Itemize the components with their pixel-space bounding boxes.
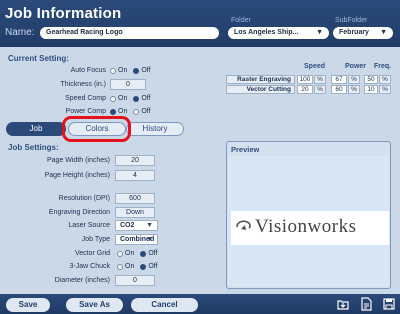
power-comp-radio-group: On Off — [110, 108, 151, 115]
chevron-down-icon: ▼ — [380, 29, 387, 36]
power-comp-off-label: Off — [141, 108, 151, 115]
col-header-speed: Speed — [304, 63, 326, 70]
resolution-input[interactable]: 600 — [115, 193, 155, 204]
laser-source-label: Laser Source — [68, 222, 110, 229]
colors-tab-highlight — [62, 116, 131, 142]
auto-focus-on-label: On — [118, 67, 128, 74]
engraving-direction-input[interactable]: Down — [115, 207, 155, 218]
name-label: Name: — [5, 27, 35, 38]
speed-comp-label: Speed Comp — [65, 95, 106, 102]
laser-source-select[interactable]: CO2 ▼ — [115, 220, 158, 231]
unit-label: % — [379, 75, 391, 84]
power-comp-label: Power Comp — [65, 108, 106, 115]
vector-power-input[interactable]: 60 — [331, 85, 347, 94]
unit-label: % — [314, 75, 326, 84]
col-header-power: Power — [345, 63, 367, 70]
auto-focus-radio-group: On Off — [110, 67, 151, 74]
resolution-label: Resolution (DPI) — [58, 195, 110, 202]
vector-grid-off-radio[interactable] — [140, 250, 147, 257]
unit-label: % — [314, 85, 326, 94]
subfolder-value: February — [339, 29, 369, 36]
three-jaw-chuck-on-label: On — [125, 263, 135, 270]
page-height-input[interactable]: 4 — [115, 170, 155, 181]
vector-speed-input[interactable]: 20 — [297, 85, 313, 94]
laser-source-value: CO2 — [120, 222, 135, 229]
preview-panel: Preview Visionworks — [226, 141, 391, 289]
import-icon[interactable] — [336, 297, 350, 311]
save-button[interactable]: Save — [6, 298, 50, 312]
save-as-button[interactable]: Save As — [66, 298, 123, 312]
speed-comp-off-label: Off — [141, 95, 151, 102]
cancel-button[interactable]: Cancel — [131, 298, 198, 312]
visionworks-logo-icon — [236, 220, 251, 230]
tab-job[interactable]: Job — [6, 122, 66, 136]
vector-grid-on-radio[interactable] — [117, 250, 123, 257]
three-jaw-chuck-radio-group: On Off — [117, 263, 158, 270]
vector-grid-label: Vector Grid — [74, 250, 110, 257]
raster-speed-input[interactable]: 100 — [297, 75, 313, 84]
chevron-down-icon: ▼ — [146, 222, 153, 229]
three-jaw-chuck-on-radio[interactable] — [117, 263, 123, 270]
subfolder-select[interactable]: February ▼ — [333, 27, 393, 39]
footer-bar: Save Save As Cancel — [0, 294, 400, 314]
power-comp-off-radio[interactable] — [133, 108, 140, 115]
current-setting-title: Current Setting: — [8, 54, 69, 63]
power-comp-on-label: On — [118, 108, 128, 115]
job-type-select[interactable]: Combined ▼ — [115, 234, 158, 245]
three-jaw-chuck-label: 3-Jaw Chuck — [69, 263, 110, 270]
auto-focus-label: Auto Focus — [70, 67, 106, 74]
header-bar: Job Information Name: Gearhead Racing Lo… — [0, 0, 400, 47]
page-width-label: Page Width (inches) — [46, 157, 110, 164]
power-comp-on-radio[interactable] — [110, 108, 116, 115]
job-settings-title: Job Settings: — [8, 143, 59, 152]
unit-label: % — [348, 75, 360, 84]
speed-comp-on-label: On — [118, 95, 128, 102]
engraving-direction-label: Engraving Direction — [48, 209, 110, 216]
job-type-label: Job Type — [81, 236, 110, 243]
raster-freq-input[interactable]: 50 — [364, 75, 378, 84]
auto-focus-on-radio[interactable] — [110, 67, 116, 74]
three-jaw-chuck-off-radio[interactable] — [140, 263, 147, 270]
unit-label: % — [379, 85, 391, 94]
speed-comp-off-radio[interactable] — [133, 95, 140, 102]
folder-select[interactable]: Los Angeles Ship... ▼ — [228, 27, 329, 39]
logo-text: Visionworks — [255, 216, 357, 237]
speed-comp-on-radio[interactable] — [110, 95, 116, 102]
job-name-input[interactable]: Gearhead Racing Logo — [40, 27, 219, 39]
vector-freq-input[interactable]: 10 — [364, 85, 378, 94]
page-title: Job Information — [5, 5, 122, 22]
preview-canvas: Visionworks — [228, 156, 389, 287]
three-jaw-chuck-off-label: Off — [148, 263, 158, 270]
folder-label: Folder — [231, 17, 251, 24]
preview-title: Preview — [231, 145, 260, 154]
col-header-freq: Freq. — [374, 63, 392, 70]
page-width-input[interactable]: 20 — [115, 155, 155, 166]
save-icon[interactable] — [382, 297, 396, 311]
auto-focus-off-label: Off — [141, 67, 151, 74]
vector-grid-radio-group: On Off — [117, 250, 158, 257]
folder-value: Los Angeles Ship... — [234, 29, 299, 36]
chevron-down-icon: ▼ — [316, 29, 323, 36]
auto-focus-off-radio[interactable] — [133, 67, 140, 74]
diameter-label: Diameter (inches) — [54, 277, 110, 284]
diameter-input[interactable]: 0 — [115, 275, 155, 286]
tab-history[interactable]: History — [126, 122, 184, 136]
thickness-input[interactable]: 0 — [110, 79, 146, 90]
chevron-down-icon: ▼ — [146, 236, 153, 243]
row-label-vector: Vector Cutting — [226, 85, 295, 94]
vector-grid-off-label: Off — [148, 250, 158, 257]
row-label-raster: Raster Engraving — [226, 75, 295, 84]
raster-power-input[interactable]: 67 — [331, 75, 347, 84]
vector-grid-on-label: On — [125, 250, 135, 257]
document-icon[interactable] — [359, 297, 373, 311]
unit-label: % — [348, 85, 360, 94]
subfolder-label: SubFolder — [335, 17, 368, 24]
page-height-label: Page Height (inches) — [44, 172, 110, 179]
thickness-label: Thickness (in.) — [60, 81, 106, 88]
speed-comp-radio-group: On Off — [110, 95, 151, 102]
preview-image: Visionworks — [231, 211, 389, 245]
